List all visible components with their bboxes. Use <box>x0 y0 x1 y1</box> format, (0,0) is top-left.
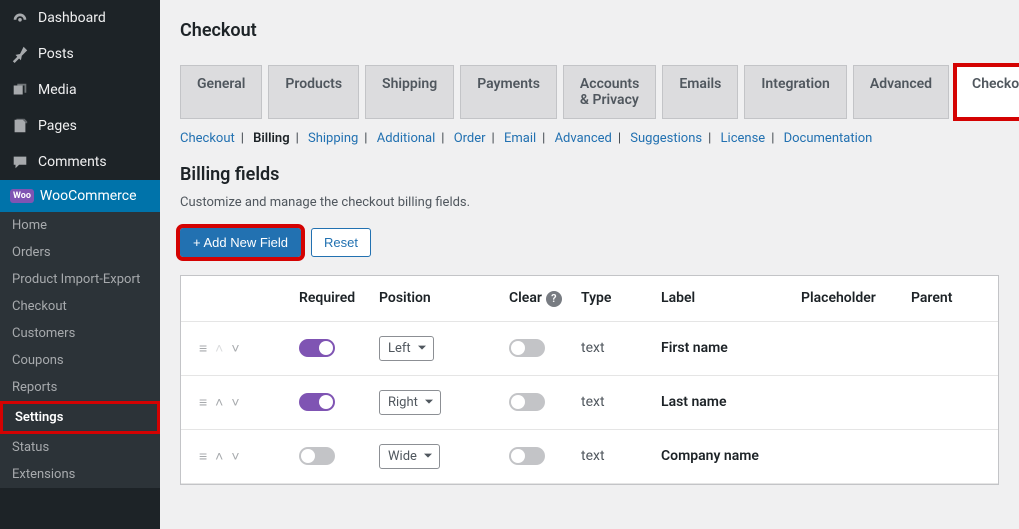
clear-toggle[interactable] <box>509 447 545 465</box>
section-desc: Customize and manage the checkout billin… <box>180 195 999 210</box>
move-down-icon[interactable]: ˅ <box>231 340 239 357</box>
col-clear: Clear? <box>509 290 581 307</box>
admin-sidebar: Dashboard Posts Media Pages Comments Woo… <box>0 0 160 529</box>
settings-tabs: General Products Shipping Payments Accou… <box>180 65 999 119</box>
reset-button[interactable]: Reset <box>311 228 371 257</box>
sidebar-item-label: Pages <box>38 118 77 134</box>
table-row: ≡ ˄ ˅ Right text Last name <box>181 376 998 430</box>
tab-checkout[interactable]: Checkout <box>955 65 1019 119</box>
main-content: Checkout General Products Shipping Payme… <box>160 0 1019 529</box>
subnav-documentation[interactable]: Documentation <box>784 131 873 146</box>
sidebar-item-label: Media <box>38 82 77 98</box>
tab-products[interactable]: Products <box>268 65 359 119</box>
dashboard-icon <box>10 8 30 28</box>
sidebar-item-pages[interactable]: Pages <box>0 108 160 144</box>
tab-payments[interactable]: Payments <box>460 65 557 119</box>
col-required: Required <box>299 290 379 306</box>
help-icon[interactable]: ? <box>546 291 562 307</box>
move-down-icon[interactable]: ˅ <box>231 448 239 465</box>
drag-handle-icon[interactable]: ≡ <box>199 340 207 357</box>
pages-icon <box>10 116 30 136</box>
sidebar-item-posts[interactable]: Posts <box>0 36 160 72</box>
sub-item-coupons[interactable]: Coupons <box>0 347 160 374</box>
fields-table: Required Position Clear? Type Label Plac… <box>180 275 999 485</box>
label-cell: Last name <box>661 394 801 410</box>
move-up-icon[interactable]: ˄ <box>215 448 223 465</box>
sidebar-item-media[interactable]: Media <box>0 72 160 108</box>
type-cell: text <box>581 394 661 410</box>
col-position: Position <box>379 290 509 306</box>
section-title: Billing fields <box>180 164 999 185</box>
sub-item-orders[interactable]: Orders <box>0 239 160 266</box>
subnav-suggestions[interactable]: Suggestions <box>630 131 702 146</box>
table-header: Required Position Clear? Type Label Plac… <box>181 276 998 322</box>
subnav-billing[interactable]: Billing <box>253 131 289 146</box>
action-row: + Add New Field Reset <box>180 228 999 257</box>
move-down-icon[interactable]: ˅ <box>231 394 239 411</box>
page-title: Checkout <box>180 10 999 65</box>
sub-item-status[interactable]: Status <box>0 434 160 461</box>
subnav-email[interactable]: Email <box>504 131 536 146</box>
sub-item-home[interactable]: Home <box>0 212 160 239</box>
tab-integration[interactable]: Integration <box>744 65 846 119</box>
col-placeholder: Placeholder <box>801 290 911 306</box>
clear-toggle[interactable] <box>509 339 545 357</box>
sidebar-submenu: Home Orders Product Import-Export Checko… <box>0 212 160 488</box>
table-row: ≡ ˄ ˅ Left text First name <box>181 322 998 376</box>
tab-general[interactable]: General <box>180 65 262 119</box>
sub-item-customers[interactable]: Customers <box>0 320 160 347</box>
subnav-advanced[interactable]: Advanced <box>555 131 612 146</box>
sidebar-item-label: WooCommerce <box>40 188 137 204</box>
move-up-icon: ˄ <box>215 340 223 357</box>
sidebar-item-label: Comments <box>38 154 107 170</box>
drag-handle-icon[interactable]: ≡ <box>199 394 207 411</box>
required-toggle[interactable] <box>299 393 335 411</box>
tab-advanced[interactable]: Advanced <box>853 65 949 119</box>
tab-accounts-privacy[interactable]: Accounts & Privacy <box>563 65 656 119</box>
required-toggle[interactable] <box>299 339 335 357</box>
sub-item-extensions[interactable]: Extensions <box>0 461 160 488</box>
subnav-additional[interactable]: Additional <box>377 131 436 146</box>
sidebar-item-comments[interactable]: Comments <box>0 144 160 180</box>
comments-icon <box>10 152 30 172</box>
sidebar-item-woocommerce[interactable]: Woo WooCommerce <box>0 180 160 212</box>
sub-item-settings[interactable]: Settings <box>0 401 160 434</box>
clear-toggle[interactable] <box>509 393 545 411</box>
table-row: ≡ ˄ ˅ Wide text Company name <box>181 430 998 484</box>
sidebar-item-label: Posts <box>38 46 74 62</box>
add-new-field-button[interactable]: + Add New Field <box>180 228 301 257</box>
woocommerce-badge-icon: Woo <box>10 189 34 203</box>
sidebar-item-label: Dashboard <box>38 10 106 26</box>
sub-item-reports[interactable]: Reports <box>0 374 160 401</box>
col-parent: Parent <box>911 290 991 306</box>
type-cell: text <box>581 448 661 464</box>
sub-item-checkout[interactable]: Checkout <box>0 293 160 320</box>
move-up-icon[interactable]: ˄ <box>215 394 223 411</box>
col-label: Label <box>661 290 801 306</box>
sub-item-product-import-export[interactable]: Product Import-Export <box>0 266 160 293</box>
settings-subnav: Checkout| Billing| Shipping| Additional|… <box>180 131 999 146</box>
sidebar-item-dashboard[interactable]: Dashboard <box>0 0 160 36</box>
subnav-checkout[interactable]: Checkout <box>180 131 235 146</box>
type-cell: text <box>581 340 661 356</box>
position-select[interactable]: Right <box>379 390 441 415</box>
subnav-order[interactable]: Order <box>454 131 486 146</box>
media-icon <box>10 80 30 100</box>
tab-emails[interactable]: Emails <box>662 65 738 119</box>
label-cell: First name <box>661 340 801 356</box>
col-type: Type <box>581 290 661 306</box>
subnav-shipping[interactable]: Shipping <box>308 131 358 146</box>
subnav-license[interactable]: License <box>721 131 766 146</box>
label-cell: Company name <box>661 448 801 464</box>
required-toggle[interactable] <box>299 447 335 465</box>
position-select[interactable]: Wide <box>379 444 440 469</box>
tab-shipping[interactable]: Shipping <box>365 65 454 119</box>
position-select[interactable]: Left <box>379 336 434 361</box>
drag-handle-icon[interactable]: ≡ <box>199 448 207 465</box>
pin-icon <box>10 44 30 64</box>
